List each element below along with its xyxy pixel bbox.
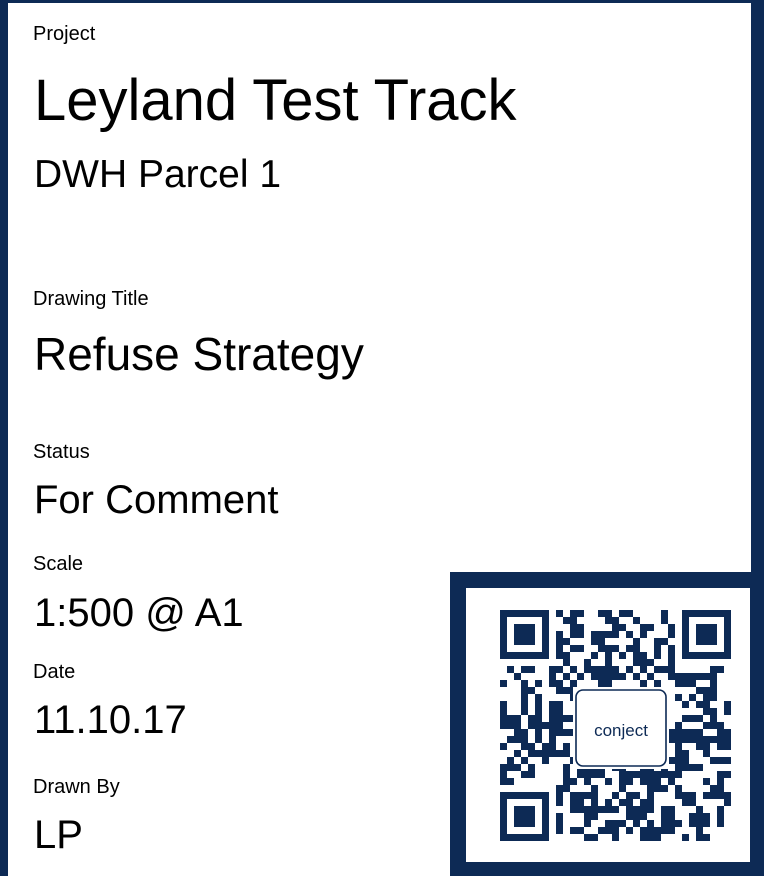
status-value: For Comment — [34, 478, 279, 522]
status-label: Status — [33, 441, 90, 463]
project-name: Leyland Test Track — [34, 68, 517, 133]
project-label: Project — [33, 23, 96, 45]
qr-code-image: conject — [500, 610, 731, 841]
qr-code[interactable]: conject — [466, 588, 750, 862]
qr-code-panel: conject — [450, 572, 764, 876]
drawn-by-label: Drawn By — [33, 776, 120, 798]
drawn-by-value: LP — [34, 813, 83, 857]
logo-text: conject — [594, 721, 648, 740]
drawing-title-label: Drawing Title — [33, 288, 149, 310]
scale-value: 1:500 @ A1 — [34, 591, 244, 635]
scale-label: Scale — [33, 553, 84, 575]
drawing-title-value: Refuse Strategy — [34, 328, 364, 380]
date-value: 11.10.17 — [34, 698, 187, 742]
project-subtitle: DWH Parcel 1 — [34, 153, 282, 196]
conject-logo: conject — [573, 687, 669, 769]
date-label: Date — [33, 661, 76, 683]
